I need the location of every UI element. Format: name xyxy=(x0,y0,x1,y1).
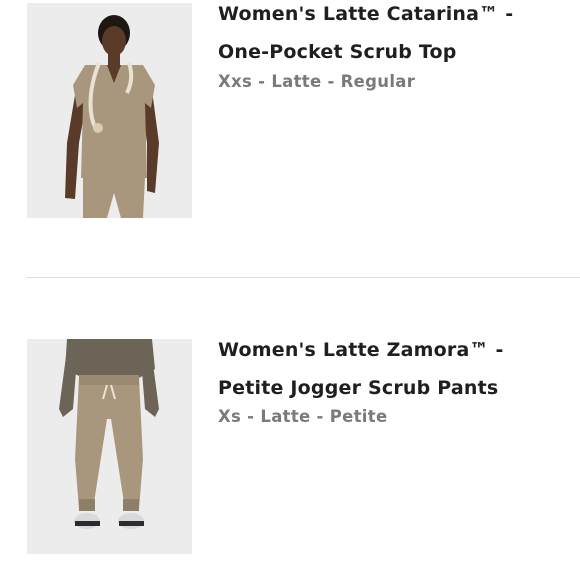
product-variant: Xs - Latte - Petite xyxy=(218,407,388,426)
product-image[interactable] xyxy=(27,339,192,554)
product-image[interactable] xyxy=(27,3,192,218)
divider xyxy=(27,277,580,278)
product-title[interactable]: Women's Latte Zamora™ - Petite Jogger Sc… xyxy=(218,331,566,407)
product-variant: Xxs - Latte - Regular xyxy=(218,72,416,91)
jogger-pants-photo-icon xyxy=(27,339,192,554)
cart-item[interactable]: Women's Latte Catarina™ - One-Pocket Scr… xyxy=(0,0,580,240)
cart-item[interactable]: Women's Latte Zamora™ - Petite Jogger Sc… xyxy=(0,336,580,580)
product-title[interactable]: Women's Latte Catarina™ - One-Pocket Scr… xyxy=(218,0,566,71)
scrub-top-photo-icon xyxy=(27,3,192,218)
